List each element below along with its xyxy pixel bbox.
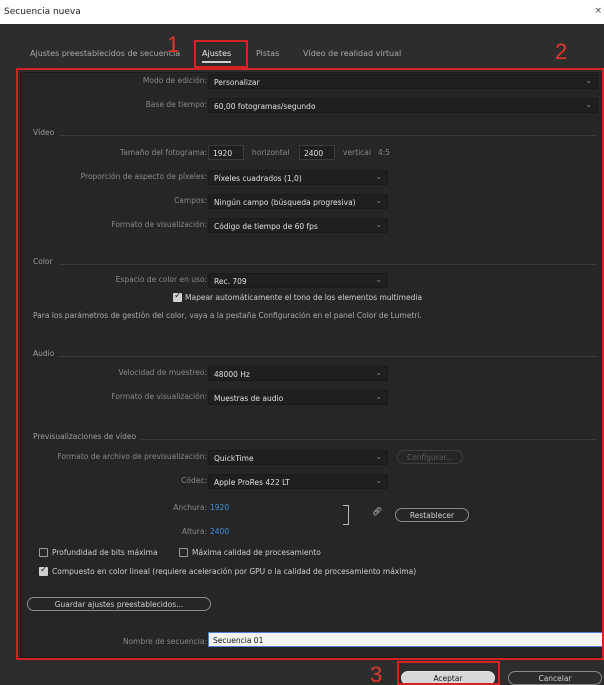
frame-height-input[interactable]: 2400 [299,145,335,160]
timebase-value: 60,00 fotogramas/segundo [214,102,316,111]
edit-mode-label: Modo de edición: [142,76,207,85]
link-bracket [343,505,349,525]
save-preset-button[interactable]: Guardar ajustes preestablecidos... [27,597,211,611]
video-section-title: Vídeo [33,128,55,137]
chevron-down-icon: ⌄ [375,476,382,485]
preview-section-title: Previsualizaciones de vídeo [33,432,137,441]
edit-mode-select[interactable]: Personalizar ⌄ [208,74,598,89]
divider [59,356,597,357]
linear-composite-label: Compuesto en color lineal (requiere acel… [52,567,417,576]
timebase-label: Base de tiempo: [145,100,207,109]
video-display-format-select[interactable]: Código de tiempo de 60 fps ⌄ [208,218,388,233]
sample-rate-label: Velocidad de muestreo: [118,368,207,377]
frame-size-label: Tamaño del fotograma: [119,148,207,157]
reset-button[interactable]: Restablecer [395,508,469,522]
video-display-format-value: Código de tiempo de 60 fps [214,222,318,231]
ok-button[interactable]: Aceptar [401,671,495,685]
max-quality-label: Máxima calidad de procesamiento [192,548,321,557]
chevron-down-icon: ⌄ [375,452,382,461]
chevron-down-icon: ⌄ [585,100,592,109]
preview-height-value[interactable]: 2400 [210,527,229,536]
close-icon[interactable]: × [594,6,602,16]
sample-rate-select[interactable]: 48000 Hz ⌄ [208,366,388,381]
divider [59,264,597,265]
chevron-down-icon: ⌄ [375,220,382,229]
pixel-aspect-value: Píxeles cuadrados (1,0) [214,174,302,183]
preview-format-select[interactable]: QuickTime ⌄ [208,450,388,465]
preview-width-value[interactable]: 1920 [210,503,229,512]
codec-label: Códec: [181,476,207,485]
pixel-aspect-label: Proporción de aspecto de píxeles: [80,172,207,181]
chevron-down-icon: ⌄ [585,76,592,85]
divider [141,439,597,440]
color-section-title: Color [33,257,53,266]
chevron-down-icon: ⌄ [375,368,382,377]
tab-tracks[interactable]: Pistas [256,49,279,58]
annotation-number: 1 [167,32,180,57]
video-display-format-label: Formato de visualización: [111,220,207,229]
chevron-down-icon: ⌄ [375,172,382,181]
audio-display-format-label: Formato de visualización: [111,392,207,401]
annotation-number: 3 [370,662,383,685]
fields-select[interactable]: Ningún campo (búsqueda progresiva) ⌄ [208,194,388,209]
link-icon[interactable]: 🔗︎ [372,507,382,516]
color-space-label: Espacio de color en uso: [115,275,207,284]
preview-width-label: Anchura: [173,503,207,512]
tab-vr-video[interactable]: Vídeo de realidad virtual [303,49,401,58]
audio-section-title: Audio [33,349,55,358]
max-quality-checkbox[interactable] [179,548,188,557]
cancel-button[interactable]: Cancelar [508,671,602,685]
tonemap-label: Mapear automáticamente el tono de los el… [185,293,423,302]
horizontal-label: horizontal [252,148,290,157]
sequence-name-label: Nombre de secuencia: [122,637,207,646]
sample-rate-value: 48000 Hz [214,370,250,379]
window-title: Secuencia nueva [4,7,81,17]
codec-select[interactable]: Apple ProRes 422 LT ⌄ [208,474,388,489]
tab-settings[interactable]: Ajustes [202,49,232,63]
chevron-down-icon: ⌄ [375,196,382,205]
tab-sequence-presets[interactable]: Ajustes preestablecidos de secuencia [30,49,180,58]
frame-width-input[interactable]: 1920 [208,145,244,160]
annotation-number: 2 [555,39,568,64]
chevron-down-icon: ⌄ [375,275,382,284]
fields-value: Ningún campo (búsqueda progresiva) [214,198,356,207]
vertical-label: vertical [343,148,371,157]
max-depth-checkbox[interactable] [39,548,48,557]
aspect-ratio: 4:5 [378,148,391,157]
preview-format-value: QuickTime [214,454,254,463]
configure-button[interactable]: Configurar... [397,450,463,464]
linear-composite-checkbox[interactable] [39,565,48,576]
sequence-name-input[interactable]: Secuencia 01 [208,632,604,647]
divider [59,135,597,136]
new-sequence-dialog: Ajustes preestablecidos de secuencia Aju… [0,24,604,685]
audio-display-format-value: Muestras de audio [214,394,284,403]
preview-format-label: Formato de archivo de previsualización: [57,452,207,461]
color-space-value: Rec. 709 [214,277,247,286]
preview-height-label: Altura: [181,527,207,536]
color-space-select[interactable]: Rec. 709 ⌄ [208,273,388,288]
settings-panel: Modo de edición: Personalizar ⌄ Base de t… [20,72,604,658]
fields-label: Campos: [174,196,207,205]
tonemap-checkbox[interactable] [173,291,182,302]
chevron-down-icon: ⌄ [375,392,382,401]
codec-value: Apple ProRes 422 LT [214,478,290,487]
title-bar: Secuencia nueva × [0,0,604,24]
timebase-select[interactable]: 60,00 fotogramas/segundo ⌄ [208,98,598,113]
audio-display-format-select[interactable]: Muestras de audio ⌄ [208,390,388,405]
color-management-note: Para los parámetros de gestión del color… [33,311,422,320]
pixel-aspect-select[interactable]: Píxeles cuadrados (1,0) ⌄ [208,170,388,185]
edit-mode-value: Personalizar [214,78,260,87]
tab-bar: Ajustes preestablecidos de secuencia Aju… [0,44,604,68]
max-depth-label: Profundidad de bits máxima [52,548,158,557]
